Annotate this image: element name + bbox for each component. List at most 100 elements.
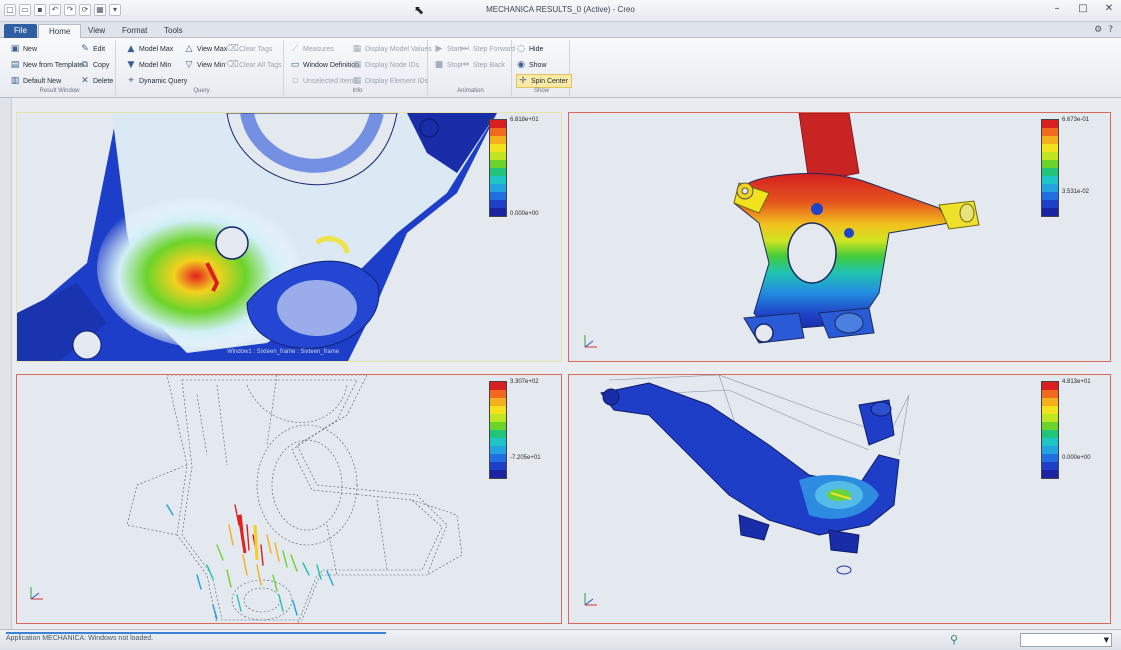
legend-min-value: -7.205e+01 bbox=[510, 455, 541, 461]
clear-tags-button[interactable]: ⌫ Clear Tags bbox=[226, 42, 272, 56]
legend-color-bar bbox=[1041, 119, 1059, 217]
close-icon[interactable]: ✕ bbox=[1103, 3, 1115, 15]
view-max-icon: △ bbox=[185, 44, 193, 54]
selection-filter-dropdown[interactable]: ▼ bbox=[1020, 633, 1112, 647]
window-definition-button[interactable]: ▭ Window Definition bbox=[290, 58, 359, 72]
unselected-items-icon: ▫ bbox=[291, 76, 299, 86]
step-forward-icon: ⏭ bbox=[460, 44, 470, 54]
regen-status-icon[interactable]: ⚲ bbox=[950, 633, 958, 646]
copy-icon: ⧉ bbox=[81, 60, 89, 70]
vector-plot-wireframe bbox=[126, 375, 463, 623]
group-label-info: Info bbox=[352, 88, 363, 94]
group-label-animation: Animation bbox=[457, 88, 484, 94]
group-label-result-window: Result Window bbox=[39, 88, 80, 94]
coordinate-triad-icon bbox=[584, 593, 597, 606]
legend-min-value: 3.531e-02 bbox=[1062, 189, 1090, 195]
start-button[interactable]: ▶ Start bbox=[434, 42, 462, 56]
new-from-template-button[interactable]: ▤ New from Template bbox=[10, 58, 83, 72]
group-result-window: ▣ New ▤ New from Template ▥ Default New ✎ Ed… bbox=[4, 40, 116, 96]
model-values-icon: ▦ bbox=[352, 44, 362, 54]
new-window-icon: ▣ bbox=[10, 44, 20, 54]
clear-tags-icon: ⌫ bbox=[226, 44, 239, 54]
dynamic-query-button[interactable]: ⌖ Dynamic Query bbox=[126, 74, 187, 88]
edit-icon: ✎ bbox=[81, 44, 89, 54]
new-button[interactable]: ▣ New bbox=[10, 42, 37, 56]
group-animation: ▶ Start ⏭ Step Forward ■ Stop ⏮ Step Back An… bbox=[430, 40, 515, 96]
hide-icon: ◌ bbox=[517, 44, 525, 54]
edit-button[interactable]: ✎ Edit bbox=[80, 42, 105, 56]
ribbon: ▣ New ▤ New from Template ▥ Default New ✎ Ed… bbox=[0, 38, 1121, 98]
window-definition-icon: ▭ bbox=[290, 60, 300, 70]
left-splitter[interactable] bbox=[0, 98, 12, 629]
stress-plot-closeup bbox=[17, 113, 497, 361]
node-ids-icon: ▦ bbox=[352, 60, 362, 70]
step-back-button[interactable]: ⏮ Step Back bbox=[460, 58, 505, 72]
group-query: ▲ Model Max ▼ Model Min ⌖ Dynamic Query △ Vi… bbox=[120, 40, 284, 96]
help-icon[interactable]: ? bbox=[1108, 25, 1113, 35]
show-button[interactable]: ◉ Show bbox=[516, 58, 546, 72]
result-viewport-3[interactable]: 3.307e+02 -7.205e+01 bbox=[16, 374, 562, 624]
ribbon-tab-bar: File Home View Format Tools ⚙ ? bbox=[0, 22, 1121, 38]
title-bar: ▢ ▭ ▪ ↶ ↷ ⟳ ▦ ▾ MECHANICA RESULTS_0 (Act… bbox=[0, 0, 1121, 22]
copy-button[interactable]: ⧉ Copy bbox=[80, 58, 110, 72]
chevron-down-icon: ▼ bbox=[1103, 636, 1109, 644]
status-message: Application MECHANICA: Windows not loade… bbox=[6, 635, 154, 642]
display-node-ids-button[interactable]: ▦ Display Node IDs bbox=[352, 58, 419, 72]
template-icon: ▤ bbox=[10, 60, 20, 70]
legend-max-value: 6.818e+01 bbox=[510, 117, 539, 123]
legend-min-value: 0.000e+00 bbox=[510, 211, 539, 217]
minimize-icon[interactable]: – bbox=[1051, 3, 1063, 15]
dynamic-query-icon: ⌖ bbox=[128, 76, 134, 86]
display-element-ids-button[interactable]: ▦ Display Element IDs bbox=[352, 74, 428, 88]
status-bar: Application MECHANICA: Windows not loade… bbox=[0, 629, 1121, 650]
view-min-button[interactable]: ▽ View Min bbox=[184, 58, 226, 72]
model-min-icon: ▼ bbox=[127, 60, 135, 70]
group-label-query: Query bbox=[193, 88, 210, 94]
result-viewport-1[interactable]: 6.818e+01 0.000e+00 Window1 : Sixteen_fr… bbox=[16, 112, 562, 362]
legend-max-value: 6.673e-01 bbox=[1062, 117, 1090, 123]
measures-button[interactable]: ⟋ Measures bbox=[290, 42, 334, 56]
default-new-button[interactable]: ▥ Default New bbox=[10, 74, 61, 88]
tab-view[interactable]: View bbox=[78, 24, 115, 38]
group-label-show: Show bbox=[533, 88, 549, 94]
clear-all-tags-button[interactable]: ⌫ Clear All Tags bbox=[226, 58, 282, 72]
model-max-button[interactable]: ▲ Model Max bbox=[126, 42, 174, 56]
measures-icon: ⟋ bbox=[291, 44, 299, 54]
tab-format[interactable]: Format bbox=[112, 24, 157, 38]
step-back-icon: ⏮ bbox=[460, 60, 470, 70]
legend-max-value: 3.307e+02 bbox=[510, 379, 539, 385]
hide-button[interactable]: ◌ Hide bbox=[516, 42, 543, 56]
maximize-icon[interactable]: □ bbox=[1077, 3, 1089, 15]
view-min-icon: ▽ bbox=[185, 60, 193, 70]
legend-color-bar bbox=[489, 119, 507, 217]
legend-max-value: 4.813e+01 bbox=[1062, 379, 1091, 385]
coordinate-triad-icon bbox=[584, 335, 597, 348]
viewport-caption: Window1 : Sixteen_frame : Sixteen_frame bbox=[227, 349, 340, 355]
legend-color-bar bbox=[1041, 381, 1059, 479]
play-icon: ▶ bbox=[435, 44, 443, 54]
mouse-cursor-icon: ⬉ bbox=[414, 3, 425, 17]
ribbon-help-area: ⚙ ? bbox=[1094, 25, 1113, 35]
tab-tools[interactable]: Tools bbox=[154, 24, 193, 38]
ribbon-settings-icon[interactable]: ⚙ bbox=[1094, 25, 1102, 35]
tab-home[interactable]: Home bbox=[38, 24, 82, 38]
spin-center-icon: ✛ bbox=[519, 76, 527, 86]
unselected-items-button[interactable]: ▫ Unselected Items bbox=[290, 74, 357, 88]
clear-all-tags-icon: ⌫ bbox=[226, 60, 239, 70]
display-model-values-button[interactable]: ▦ Display Model Values bbox=[352, 42, 432, 56]
result-viewport-4[interactable]: 4.813e+01 0.000e+00 bbox=[568, 374, 1111, 624]
legend-color-bar bbox=[489, 381, 507, 479]
view-max-button[interactable]: △ View Max bbox=[184, 42, 228, 56]
tab-file[interactable]: File bbox=[4, 24, 37, 38]
step-forward-button[interactable]: ⏭ Step Forward bbox=[460, 42, 515, 56]
window-controls: – □ ✕ bbox=[1051, 3, 1115, 15]
stop-button[interactable]: ■ Stop bbox=[434, 58, 462, 72]
delete-button[interactable]: ✕ Delete bbox=[80, 74, 113, 88]
spin-center-button[interactable]: ✛ Spin Center bbox=[516, 74, 572, 88]
stress-plot-arm bbox=[600, 375, 910, 575]
default-window-icon: ▥ bbox=[10, 76, 20, 86]
model-min-button[interactable]: ▼ Model Min bbox=[126, 58, 172, 72]
show-icon: ◉ bbox=[517, 60, 525, 70]
element-ids-icon: ▦ bbox=[352, 76, 362, 86]
result-viewport-2[interactable]: 6.673e-01 3.531e-02 bbox=[568, 112, 1111, 362]
